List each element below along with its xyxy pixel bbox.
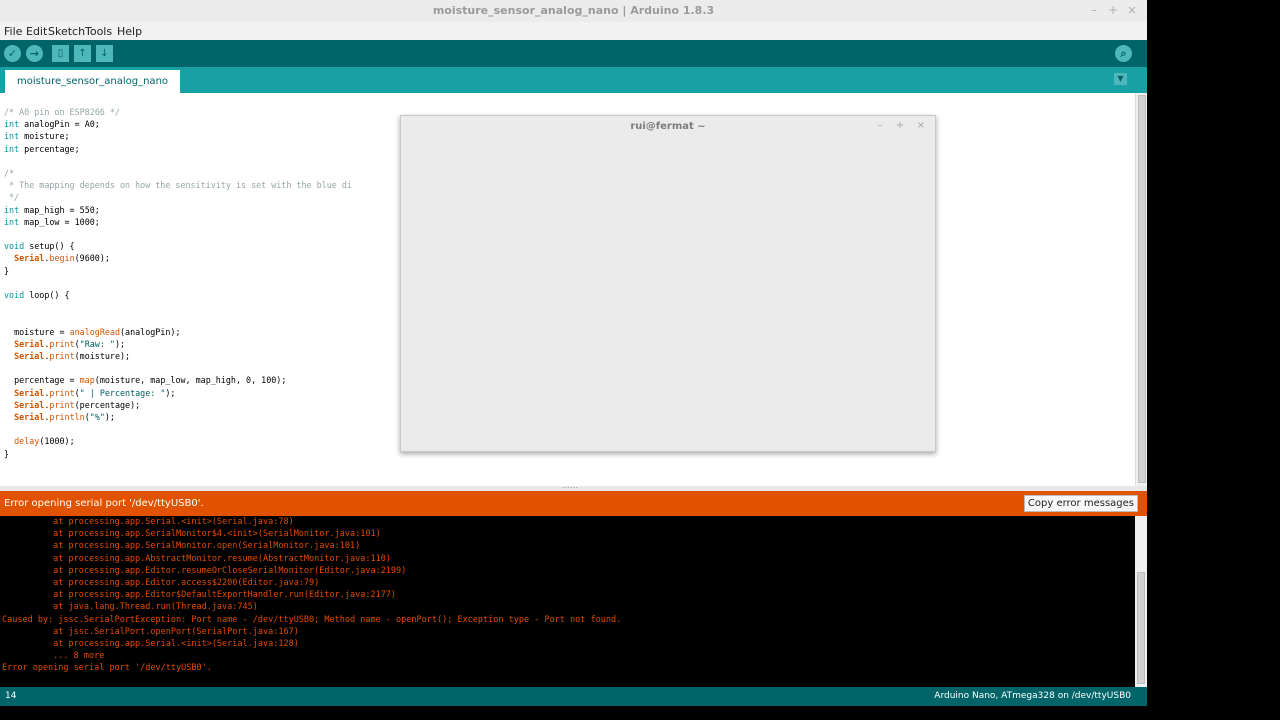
- new-icon[interactable]: ▯: [52, 45, 69, 62]
- minimize-button[interactable]: –: [1087, 3, 1101, 17]
- menu-file[interactable]: File: [4, 25, 22, 38]
- terminal-maximize-button[interactable]: +: [894, 120, 906, 131]
- footer-bar: 14 Arduino Nano, ATmega328 on /dev/ttyUS…: [0, 687, 1147, 706]
- console-scroll-thumb[interactable]: [1137, 572, 1145, 684]
- menu-tools[interactable]: Tools: [85, 25, 112, 38]
- menu-sketch[interactable]: Sketch: [48, 25, 85, 38]
- window-title: moisture_sensor_analog_nano | Arduino 1.…: [432, 4, 715, 17]
- console-output[interactable]: at processing.app.Serial.<init>(Serial.j…: [0, 516, 1135, 687]
- verify-icon[interactable]: ✓: [4, 45, 21, 62]
- tab-sketch[interactable]: moisture_sensor_analog_nano: [5, 70, 180, 93]
- line-number: 14: [5, 691, 17, 701]
- save-icon[interactable]: ↓: [96, 45, 113, 62]
- tab-bar: moisture_sensor_analog_nano ▼: [0, 67, 1147, 93]
- menu-edit[interactable]: Edit: [26, 25, 47, 38]
- copy-error-messages-button[interactable]: Copy error messages: [1023, 495, 1138, 512]
- upload-icon[interactable]: →: [26, 45, 43, 62]
- editor-scrollbar[interactable]: [1135, 93, 1147, 486]
- terminal-minimize-button[interactable]: –: [874, 120, 886, 131]
- open-icon[interactable]: ↑: [74, 45, 91, 62]
- maximize-button[interactable]: +: [1106, 3, 1120, 17]
- window-title-bar[interactable]: moisture_sensor_analog_nano | Arduino 1.…: [0, 0, 1147, 23]
- menu-help[interactable]: Help: [117, 25, 142, 38]
- code-text[interactable]: /* A0 pin on ESP8266 */ int analogPin = …: [4, 106, 352, 460]
- tab-menu-icon[interactable]: ▼: [1114, 73, 1127, 85]
- console-text: at processing.app.Serial.<init>(Serial.j…: [2, 517, 622, 674]
- menu-bar: File Edit Sketch Tools Help: [0, 22, 1147, 40]
- console-scrollbar[interactable]: [1135, 516, 1147, 687]
- terminal-window[interactable]: rui@fermat ~ – + ×: [400, 115, 936, 452]
- status-message: Error opening serial port '/dev/ttyUSB0'…: [4, 498, 204, 509]
- error-status-bar: Error opening serial port '/dev/ttyUSB0'…: [0, 491, 1147, 516]
- toolbar: ✓ → ▯ ↑ ↓ ⌕: [0, 40, 1147, 67]
- close-button[interactable]: ×: [1125, 3, 1139, 17]
- serial-monitor-icon[interactable]: ⌕: [1115, 45, 1132, 62]
- terminal-close-button[interactable]: ×: [915, 120, 927, 131]
- board-info: Arduino Nano, ATmega328 on /dev/ttyUSB0: [934, 691, 1131, 701]
- editor-scroll-thumb[interactable]: [1138, 95, 1146, 483]
- terminal-title: rui@fermat ~: [630, 121, 706, 132]
